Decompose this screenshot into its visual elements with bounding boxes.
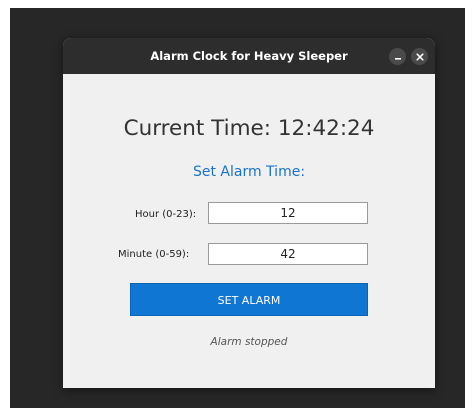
close-icon	[415, 52, 424, 61]
minimize-button[interactable]	[389, 48, 406, 65]
hour-input[interactable]	[208, 202, 368, 224]
minute-input[interactable]	[208, 243, 368, 265]
alarm-status-text: Alarm stopped	[210, 336, 288, 348]
close-button[interactable]	[411, 48, 428, 65]
minimize-icon	[394, 57, 401, 60]
window-title: Alarm Clock for Heavy Sleeper	[150, 49, 348, 63]
title-bar[interactable]: Alarm Clock for Heavy Sleeper	[63, 38, 435, 74]
hour-label: Hour (0-23):	[135, 209, 197, 220]
minute-label: Minute (0-59):	[118, 249, 190, 260]
set-alarm-button[interactable]: SET ALARM	[130, 283, 368, 316]
alarm-clock-window: Alarm Clock for Heavy Sleeper Current Ti…	[63, 38, 435, 388]
set-alarm-heading: Set Alarm Time:	[192, 164, 306, 180]
current-time-display: Current Time: 12:42:24	[123, 116, 375, 141]
